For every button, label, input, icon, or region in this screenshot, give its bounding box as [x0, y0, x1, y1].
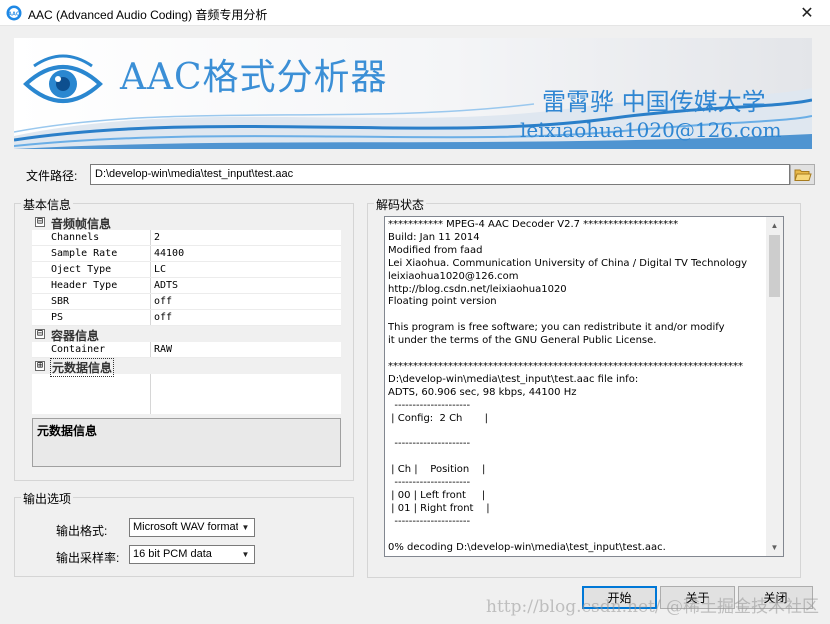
header-banner: AAC格式分析器 雷霄骅 中国传媒大学 leixiaohua1020@126.c… [14, 38, 812, 149]
about-button[interactable]: 关于 [660, 586, 735, 609]
decode-log-textarea[interactable]: *********** MPEG-4 AAC Decoder V2.7 ****… [384, 216, 784, 557]
property-value: off [154, 296, 173, 307]
grid-row-sample-rate[interactable]: Sample Rate 44100 [32, 246, 341, 262]
property-value: LC [154, 264, 167, 275]
app-icon: AAC [6, 5, 22, 21]
property-value: ADTS [154, 280, 179, 291]
property-grid: ⊟ 音频帧信息 Channels 2 Sample Rate 44100 Oje… [32, 214, 341, 414]
start-button[interactable]: 开始 [582, 586, 657, 609]
property-value: off [154, 312, 173, 323]
file-path-label: 文件路径: [26, 169, 78, 183]
output-format-select[interactable]: Microsoft WAV format ▼ [129, 518, 255, 537]
chevron-down-icon[interactable]: ▼ [238, 520, 253, 535]
svg-text:AAC: AAC [8, 11, 20, 17]
folder-open-icon [793, 169, 812, 181]
grid-row-sbr[interactable]: SBR off [32, 294, 341, 310]
property-value: RAW [154, 344, 173, 355]
property-key: PS [51, 312, 64, 323]
property-key: Sample Rate [51, 248, 118, 259]
browse-button[interactable] [790, 164, 815, 185]
grid-row-container[interactable]: Container RAW [32, 342, 341, 358]
close-button[interactable]: 关闭 [738, 586, 813, 609]
output-rate-select[interactable]: 16 bit PCM data ▼ [129, 545, 255, 564]
banner-author: 雷霄骅 中国传媒大学 [542, 88, 766, 116]
basic-info-legend: 基本信息 [21, 196, 74, 213]
property-description-box: 元数据信息 [32, 418, 341, 467]
scroll-down-icon[interactable]: ▼ [766, 539, 783, 556]
chevron-down-icon[interactable]: ▼ [238, 547, 253, 562]
window-close-button[interactable]: ✕ [784, 0, 830, 26]
property-value: 44100 [154, 248, 185, 259]
output-rate-value: 16 bit PCM data [133, 548, 212, 560]
category-container-info[interactable]: ⊟ 容器信息 [32, 326, 341, 343]
description-title: 元数据信息 [37, 424, 98, 438]
category-label: 元数据信息 [50, 358, 115, 377]
scrollbar-thumb[interactable] [769, 235, 780, 297]
grid-row-object-type[interactable]: Oject Type LC [32, 262, 341, 278]
log-vertical-scrollbar[interactable]: ▲ ▼ [766, 217, 783, 556]
grid-row-channels[interactable]: Channels 2 [32, 230, 341, 246]
decode-status-legend: 解码状态 [374, 196, 427, 213]
category-metadata-info[interactable]: ⊞ 元数据信息 [32, 358, 341, 377]
decode-log-text: *********** MPEG-4 AAC Decoder V2.7 ****… [388, 219, 748, 553]
eye-logo-icon [23, 54, 103, 103]
window-title: AAC (Advanced Audio Coding) 音频专用分析 [28, 8, 268, 22]
scroll-up-icon[interactable]: ▲ [766, 217, 783, 234]
property-key: Oject Type [51, 264, 112, 275]
property-value: 2 [154, 232, 161, 243]
output-format-label: 输出格式: [56, 524, 108, 538]
banner-title: AAC格式分析器 [120, 57, 388, 98]
property-key: SBR [51, 296, 70, 307]
file-path-input[interactable]: D:\develop-win\media\test_input\test.aac [90, 164, 790, 185]
grid-row-header-type[interactable]: Header Type ADTS [32, 278, 341, 294]
property-key: Header Type [51, 280, 118, 291]
title-bar: AAC AAC (Advanced Audio Coding) 音频专用分析 ✕ [0, 0, 830, 26]
collapse-toggle-icon[interactable]: ⊟ [35, 217, 45, 227]
output-rate-label: 输出采样率: [56, 551, 120, 565]
grid-row-ps[interactable]: PS off [32, 310, 341, 326]
expand-toggle-icon[interactable]: ⊞ [35, 361, 45, 371]
collapse-toggle-icon[interactable]: ⊟ [35, 329, 45, 339]
category-audio-frame-info[interactable]: ⊟ 音频帧信息 [32, 214, 341, 231]
output-format-value: Microsoft WAV format [133, 521, 239, 533]
output-options-legend: 输出选项 [21, 490, 74, 507]
property-key: Channels [51, 232, 100, 243]
banner-email: leixiaohua1020@126.com [520, 118, 782, 142]
property-key: Container [51, 344, 106, 355]
